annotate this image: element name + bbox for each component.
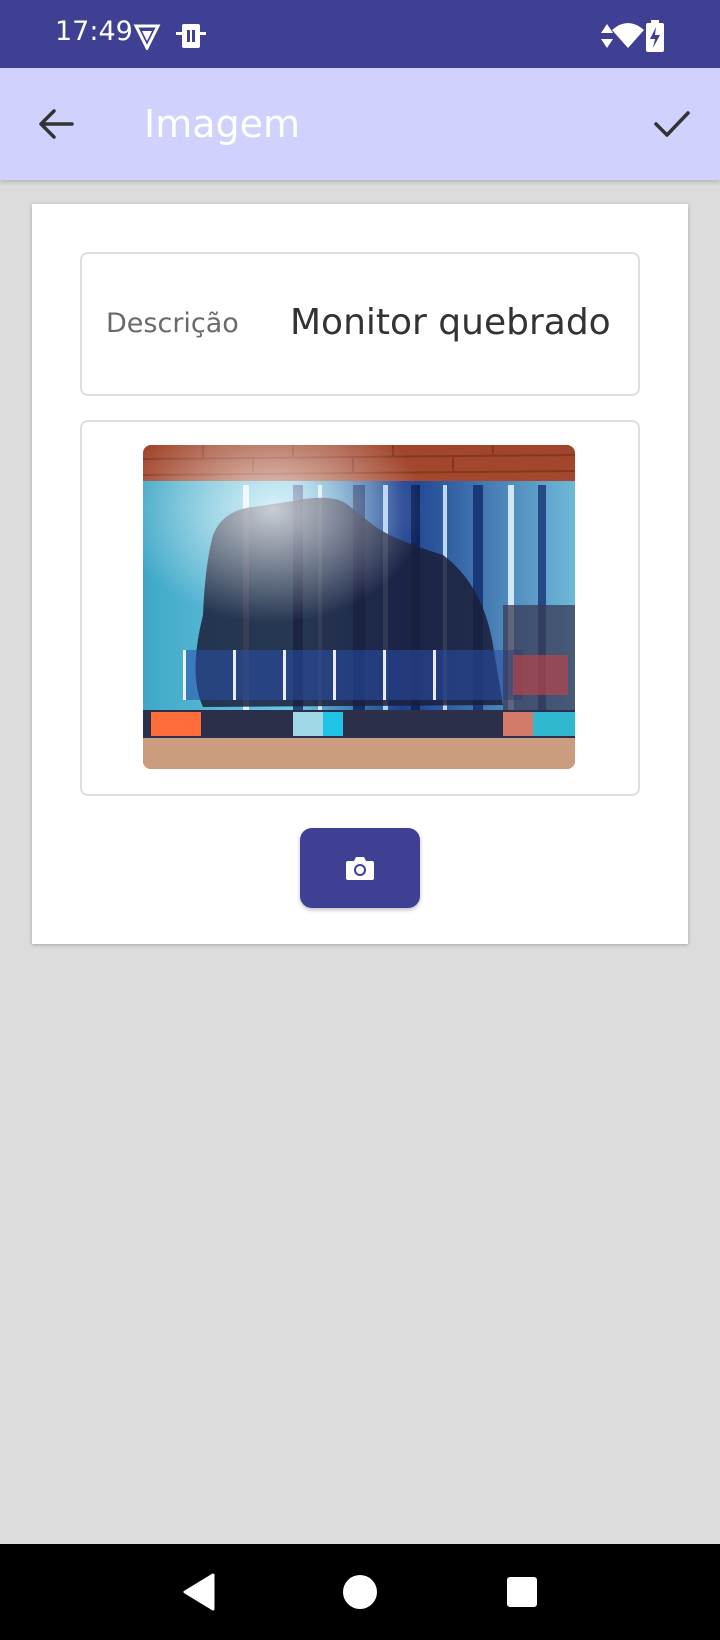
- check-icon: [654, 111, 690, 137]
- back-triangle-icon: [183, 1573, 215, 1611]
- camera-icon: [346, 857, 374, 880]
- page-title: Imagem: [144, 102, 301, 146]
- camera-button[interactable]: [300, 828, 420, 908]
- description-field[interactable]: Descrição Monitor quebrado: [80, 252, 640, 396]
- broken-monitor-photo: [143, 445, 575, 769]
- image-form-card: Descrição Monitor quebrado: [32, 204, 688, 944]
- wifi-icon: [612, 23, 644, 48]
- vpn-shield-icon: [133, 24, 161, 50]
- description-value[interactable]: Monitor quebrado: [290, 302, 611, 343]
- nav-back-button[interactable]: [176, 1570, 220, 1614]
- description-label: Descrição: [106, 308, 239, 339]
- nav-home-button[interactable]: [338, 1570, 382, 1614]
- battery-charging-icon: [646, 20, 664, 52]
- back-button[interactable]: [26, 96, 86, 152]
- status-bar: 17:49: [0, 0, 720, 68]
- arrow-left-icon: [39, 109, 74, 139]
- system-nav-bar: [0, 1544, 720, 1640]
- sim-card-icon: [176, 24, 206, 48]
- confirm-button[interactable]: [642, 96, 702, 152]
- home-circle-icon: [343, 1575, 377, 1609]
- app-bar: Imagem: [0, 68, 720, 180]
- status-time: 17:49: [55, 16, 133, 47]
- photo-svg: [143, 445, 575, 769]
- recents-square-icon: [507, 1577, 537, 1607]
- nav-recents-button[interactable]: [500, 1570, 544, 1614]
- image-container: [80, 420, 640, 796]
